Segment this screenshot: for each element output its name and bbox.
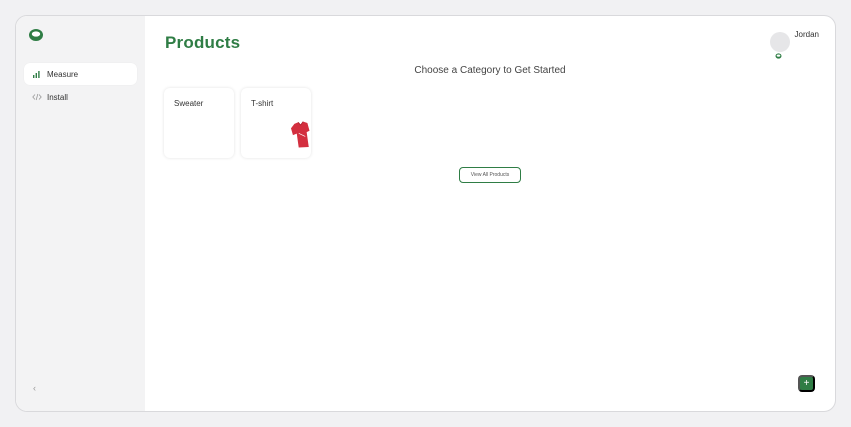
brand-logo-icon[interactable]: [28, 28, 44, 42]
user-menu[interactable]: Jordan: [769, 30, 819, 59]
user-name: Jordan: [794, 30, 819, 39]
app-window: Measure Install ‹ Products Jordan Choose…: [15, 15, 836, 412]
sidebar-item-label: Measure: [47, 69, 79, 79]
code-icon: [32, 93, 42, 101]
collapse-sidebar-button[interactable]: ‹: [33, 383, 36, 393]
sidebar-item-measure[interactable]: Measure: [24, 63, 137, 85]
user-avatar[interactable]: [769, 32, 790, 59]
sidebar-item-install[interactable]: Install: [24, 86, 137, 108]
category-card-sweater[interactable]: Sweater: [164, 88, 234, 158]
bar-chart-icon: [32, 70, 42, 78]
brand-badge-icon: [775, 46, 782, 64]
sidebar-item-label: Install: [47, 92, 68, 102]
red-tshirt-image: [290, 121, 311, 154]
category-label: Sweater: [174, 99, 204, 108]
view-all-products-button[interactable]: View All Products: [459, 167, 521, 183]
page-title: Products: [165, 33, 241, 52]
category-card-tshirt[interactable]: T-shirt: [241, 88, 311, 158]
sidebar: Measure Install ‹: [16, 16, 145, 411]
main-content: Products Jordan Choose a Category to Get…: [145, 16, 835, 411]
add-button[interactable]: +: [798, 375, 815, 392]
page-subtitle: Choose a Category to Get Started: [414, 65, 566, 76]
category-label: T-shirt: [251, 99, 274, 108]
